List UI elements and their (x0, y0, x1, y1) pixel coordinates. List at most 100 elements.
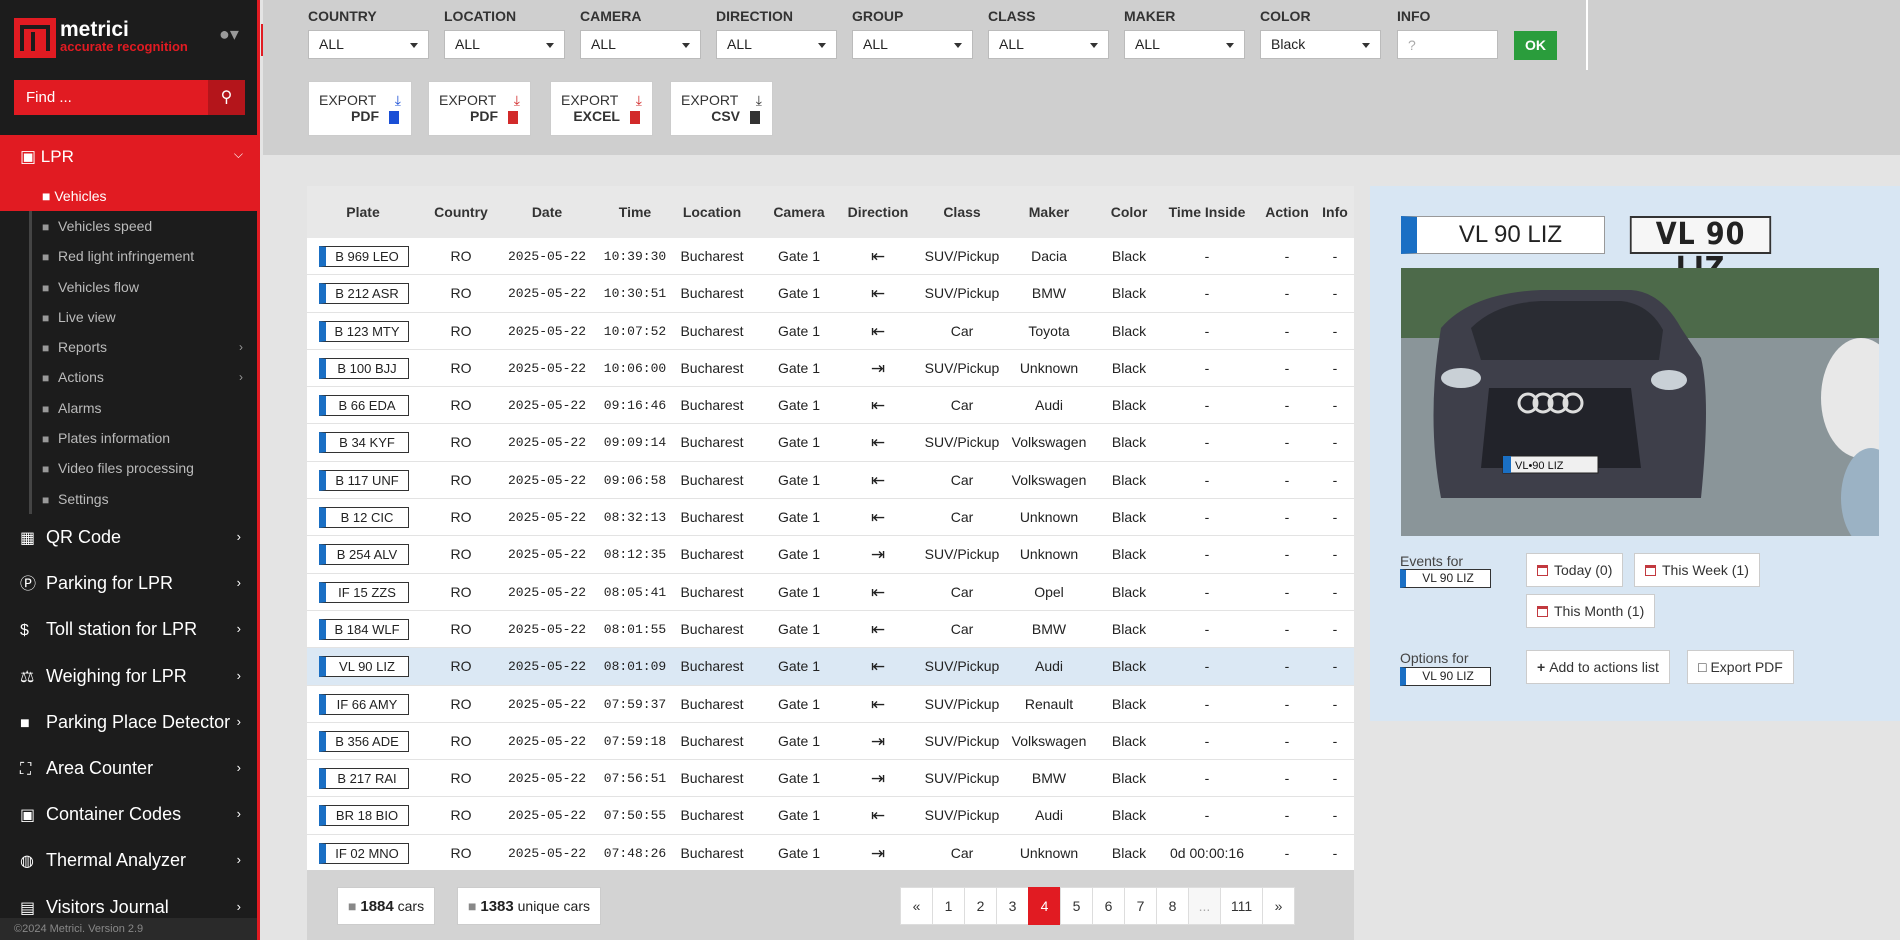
table-row[interactable]: B 217 RAI RO 2025-05-22 07:56:51 Bucharest Ga… (307, 760, 1354, 798)
sidebar-item-alarms[interactable]: ■ Alarms (29, 392, 257, 424)
column-header-location[interactable]: Location (669, 186, 755, 238)
table-row[interactable]: IF 02 MNO RO 2025-05-22 07:48:26 Bucharest Ga… (307, 835, 1354, 873)
search-button[interactable]: ⚲ (208, 80, 245, 115)
page-1-button[interactable]: 1 (932, 887, 965, 925)
column-header-color[interactable]: Color (1097, 186, 1161, 238)
sidebar-item-container-codes[interactable]: ▣ Container Codes › (0, 792, 257, 838)
page-7-button[interactable]: 7 (1124, 887, 1157, 925)
export-pdf-button[interactable]: EXPORT PDF ⤓ (428, 81, 531, 136)
sidebar-item-weighing-for-lpr[interactable]: ⚖ Weighing for LPR › (0, 654, 257, 700)
sidebar-item-video-files-processing[interactable]: ■ Video files processing (29, 453, 257, 484)
vehicle-photo[interactable]: VL•90 LIZ (1401, 268, 1879, 536)
sidebar-item-red-light-infringement[interactable]: ■ Red light infringement (29, 241, 257, 272)
this-week-label: This Week (1) (1662, 562, 1749, 578)
export-csv-button[interactable]: EXPORT CSV ⤓ (670, 81, 773, 136)
column-header-info[interactable]: Info (1311, 186, 1359, 238)
sidebar-item-plates-information[interactable]: ■ Plates information (29, 423, 257, 454)
class-select[interactable]: ALL (988, 30, 1109, 59)
ok-button[interactable]: OK (1514, 31, 1557, 60)
table-row[interactable]: BR 18 BIO RO 2025-05-22 07:50:55 Bucharest Ga… (307, 797, 1354, 835)
cell-action: - (1284, 359, 1290, 376)
chevron-down-icon[interactable]: ⌵ (234, 147, 243, 162)
table-row[interactable]: B 123 MTY RO 2025-05-22 10:07:52 Bucharest Ga… (307, 313, 1354, 350)
lpr-section-toggle[interactable]: ▣ LPR (20, 147, 74, 167)
today-button[interactable]: Today (0) (1526, 553, 1624, 587)
column-header-direction[interactable]: Direction (833, 186, 923, 238)
export-pdf-button[interactable]: □ Export PDF (1687, 650, 1794, 684)
cell-maker: Volkswagen (1011, 471, 1087, 488)
table-row[interactable]: IF 66 AMY RO 2025-05-22 07:59:37 Bucharest Ga… (307, 686, 1354, 723)
table-row[interactable]: B 12 CIC RO 2025-05-22 08:32:13 Bucharest Gat… (307, 499, 1354, 537)
this-month-button[interactable]: This Month (1) (1526, 594, 1656, 628)
metrici-logo[interactable] (14, 18, 56, 58)
table-row[interactable]: B 969 LEO RO 2025-05-22 10:39:30 Bucharest Ga… (307, 238, 1354, 276)
direction-select[interactable]: ALL (716, 30, 837, 59)
page-6-button[interactable]: 6 (1092, 887, 1125, 925)
search-input[interactable] (14, 80, 207, 115)
sidebar-item-vehicles-flow[interactable]: ■ Vehicles flow (29, 271, 257, 302)
table-row[interactable]: B 254 ALV RO 2025-05-22 08:12:35 Bucharest Ga… (307, 536, 1354, 574)
column-header-action[interactable]: Action (1255, 186, 1319, 238)
chevron-right-icon: › (236, 529, 241, 544)
table-row[interactable]: B 212 ASR RO 2025-05-22 10:30:51 Bucharest Ga… (307, 275, 1354, 313)
column-header-plate[interactable]: Plate (307, 186, 419, 238)
export-pdf-button[interactable]: EXPORT PDF ⤓ (308, 81, 412, 136)
column-header-time[interactable]: Time (591, 186, 679, 238)
location-select[interactable]: ALL (444, 30, 565, 59)
last-page-button[interactable]: » (1262, 887, 1295, 925)
add-to-actions-button[interactable]: + Add to actions list (1526, 650, 1670, 684)
table-row[interactable]: B 100 BJJ RO 2025-05-22 10:06:00 Bucharest Ga… (307, 350, 1354, 388)
sidebar-item-vehicles-speed[interactable]: ■ Vehicles speed (29, 211, 257, 242)
table-row[interactable]: B 184 WLF RO 2025-05-22 08:01:55 Bucharest Ga… (307, 611, 1354, 649)
table-row[interactable]: IF 15 ZZS RO 2025-05-22 08:05:41 Bucharest Ga… (307, 574, 1354, 611)
country-select[interactable]: ALL (308, 30, 429, 59)
export-excel-button[interactable]: EXPORT EXCEL ⤓ (550, 81, 653, 136)
column-header-date[interactable]: Date (503, 186, 591, 238)
cell-date: 2025-05-22 (507, 286, 586, 302)
this-week-button[interactable]: This Week (1) (1634, 553, 1760, 587)
sidebar-item-actions[interactable]: ■ Actions › (29, 362, 257, 393)
table-row[interactable]: B 66 EDA RO 2025-05-22 09:16:46 Bucharest Gat… (307, 387, 1354, 425)
cell-camera: Gate 1 (777, 546, 821, 563)
cell-location: Bucharest (680, 807, 744, 824)
sidebar-item-area-counter[interactable]: ⛶ Area Counter › (0, 746, 257, 792)
user-menu-icon[interactable]: ●▾ (219, 24, 239, 45)
table-row[interactable]: B 34 KYF RO 2025-05-22 09:09:14 Bucharest Gat… (307, 424, 1354, 462)
table-row[interactable]: B 356 ADE RO 2025-05-22 07:59:18 Bucharest Ga… (307, 723, 1354, 761)
page-8-button[interactable]: 8 (1156, 887, 1189, 925)
column-header-maker[interactable]: Maker (1003, 186, 1095, 238)
page-111-button[interactable]: 111 (1220, 887, 1263, 925)
cell-time: 08:05:41 (603, 584, 667, 600)
column-header-country[interactable]: Country (419, 186, 503, 238)
sidebar-item-parking-place-detector[interactable]: ■ Parking Place Detector › (0, 700, 257, 746)
page-3-button[interactable]: 3 (996, 887, 1029, 925)
column-header-camera[interactable]: Camera (755, 186, 843, 238)
group-select[interactable]: ALL (852, 30, 973, 59)
camera-select[interactable]: ALL (580, 30, 701, 59)
page-4-button[interactable]: 4 (1028, 887, 1061, 925)
maker-select[interactable]: ALL (1124, 30, 1245, 59)
sidebar-item-settings[interactable]: ■ Settings (29, 483, 257, 514)
sidebar-item-reports[interactable]: ■ Reports › (29, 332, 257, 363)
filter-class: CLASS ALL (988, 8, 1109, 59)
sidebar-item-parking-for-lpr[interactable]: Ⓟ Parking for LPR › (0, 561, 257, 607)
cell-info: - (1332, 844, 1338, 861)
first-page-button[interactable]: « (900, 887, 933, 925)
sidebar-item-qr-code[interactable]: ▦ QR Code › (0, 515, 257, 561)
cell-color: Black (1111, 695, 1147, 712)
page-5-button[interactable]: 5 (1060, 887, 1093, 925)
sidebar-item-live-view[interactable]: ■ Live view (29, 301, 257, 333)
table-row[interactable]: B 117 UNF RO 2025-05-22 09:06:58 Bucharest Ga… (307, 462, 1354, 500)
page-2-button[interactable]: 2 (964, 887, 997, 925)
column-header-class[interactable]: Class (915, 186, 1009, 238)
info-input[interactable] (1397, 30, 1498, 59)
sidebar-item-vehicles[interactable]: ■ Vehicles (30, 182, 257, 211)
color-select[interactable]: Black (1260, 30, 1381, 59)
sidebar-item-thermal-analyzer[interactable]: ◍ Thermal Analyzer › (0, 838, 257, 884)
sidebar-item-toll-station-for-lpr[interactable]: $ Toll station for LPR › (0, 607, 257, 653)
pagination-ellipsis[interactable]: ... (1188, 887, 1221, 925)
sidebar-item-label: Toll station for LPR (46, 619, 198, 640)
column-header-time-inside[interactable]: Time Inside (1157, 186, 1257, 238)
table-row[interactable]: VL 90 LIZ RO 2025-05-22 08:01:09 Bucharest Ga… (307, 648, 1354, 686)
cell-class: SUV/Pickup (924, 434, 1000, 451)
